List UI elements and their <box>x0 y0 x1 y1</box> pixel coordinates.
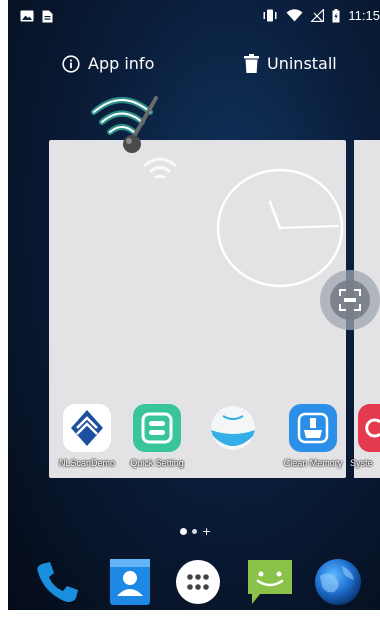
app-sea[interactable] <box>198 404 268 458</box>
uninstall-button[interactable]: Uninstall <box>244 54 337 73</box>
trash-icon <box>244 54 259 73</box>
app-quick-setting[interactable]: Quick Setting <box>122 404 192 468</box>
app-info-button[interactable]: App info <box>62 54 154 73</box>
clean-memory-app-icon <box>289 404 337 452</box>
page-indicator[interactable]: + <box>180 525 212 538</box>
uninstall-label: Uninstall <box>267 54 337 73</box>
browser-globe-icon[interactable] <box>312 556 364 608</box>
wifi-icon <box>286 9 303 22</box>
app-clean-memory[interactable]: Clean Memory <box>278 404 348 468</box>
status-right-icons: 11:15 <box>262 8 380 23</box>
app-info-label: App info <box>88 54 155 73</box>
sea-app-icon <box>209 404 257 452</box>
document-icon <box>42 10 53 23</box>
screenshot-button-core <box>330 280 370 320</box>
app-system[interactable]: Syste <box>350 404 380 468</box>
page-dot-current <box>180 528 187 535</box>
analog-clock-widget[interactable] <box>214 166 346 290</box>
system-app-icon <box>358 404 380 452</box>
crop-frame-icon <box>339 289 361 311</box>
no-signal-icon <box>311 9 325 22</box>
bottom-edge <box>0 610 380 618</box>
dragged-wifi-app-icon[interactable] <box>88 92 166 156</box>
quick-setting-app-icon <box>133 404 181 452</box>
app-label: Quick Setting <box>130 458 184 468</box>
add-page-plus-icon: + <box>202 525 212 538</box>
app-label: Clean Memory <box>283 458 343 468</box>
home-screen: 11:15 App info Uninstall NLScanDemo Quic… <box>8 0 380 618</box>
page-dot <box>192 529 197 534</box>
status-left-icons <box>20 10 53 23</box>
app-label: NLScanDemo <box>58 458 116 468</box>
battery-icon <box>332 8 340 22</box>
floating-screenshot-button[interactable] <box>320 270 380 330</box>
messaging-icon[interactable] <box>244 556 296 608</box>
status-time: 11:15 <box>348 8 380 23</box>
phone-icon[interactable] <box>32 556 84 608</box>
status-bar: 11:15 <box>8 0 380 36</box>
wifi-widget-ghost-icon <box>143 157 177 180</box>
vibrate-icon <box>263 9 277 22</box>
all-apps-icon[interactable] <box>172 556 224 608</box>
info-icon <box>62 54 80 73</box>
app-label: Syste <box>350 458 373 468</box>
nlscan-app-icon <box>63 404 111 452</box>
app-nlscan[interactable]: NLScanDemo <box>52 404 122 468</box>
image-icon <box>20 10 34 22</box>
contacts-icon[interactable] <box>104 556 156 608</box>
